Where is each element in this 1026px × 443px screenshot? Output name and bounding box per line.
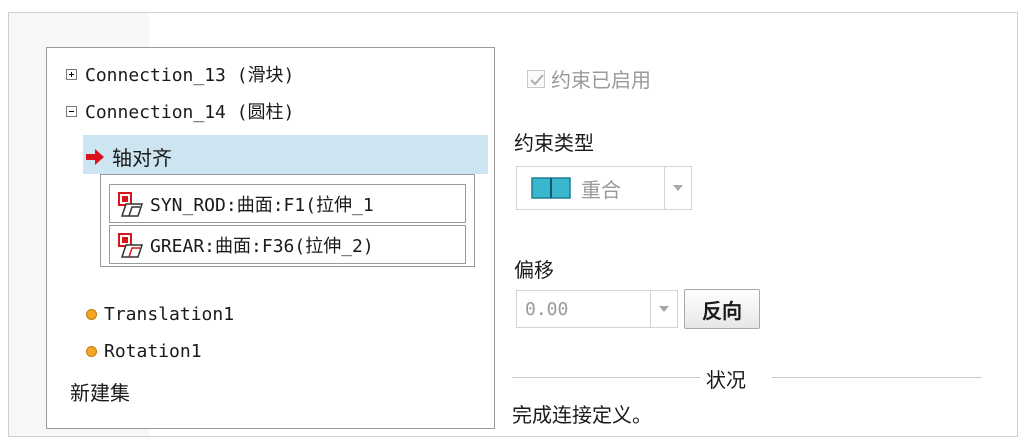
motion-item-rotation[interactable]: Rotation1 — [86, 341, 202, 362]
constraint-type-value: 重合 — [581, 177, 621, 202]
motion-label: Rotation1 — [104, 341, 202, 362]
orange-dot-icon — [86, 309, 97, 320]
motion-item-translation[interactable]: Translation1 — [86, 304, 234, 325]
collapse-icon[interactable] — [66, 105, 77, 117]
tree-item-connection-14[interactable]: Connection_14 (圆柱) — [66, 98, 294, 124]
orange-dot-icon — [86, 346, 97, 357]
flip-button[interactable]: 反向 — [684, 289, 760, 329]
new-set-label: 新建集 — [70, 381, 130, 405]
reference-label: SYN_ROD:曲面:F1(拉伸_1 — [150, 194, 374, 216]
check-icon — [530, 73, 544, 85]
reference-label: GREAR:曲面:F36(拉伸_2) — [150, 235, 374, 257]
offset-input[interactable]: 0.00 — [516, 290, 678, 328]
status-divider-right — [772, 377, 982, 378]
red-arrow-icon — [86, 148, 104, 165]
coincident-icon — [531, 177, 571, 199]
reference-item[interactable]: SYN_ROD:曲面:F1(拉伸_1 — [109, 184, 466, 223]
constraint-type-label: 约束类型 — [514, 131, 594, 155]
chevron-down-icon — [659, 306, 669, 312]
tree-item-label: Connection_14 (圆柱) — [85, 102, 295, 123]
tree-item-connection-13[interactable]: Connection_13 (滑块) — [66, 61, 294, 87]
constraint-enabled-checkbox[interactable] — [527, 69, 545, 88]
status-divider-left — [512, 377, 700, 378]
status-title: 状况 — [706, 368, 746, 392]
new-set-item[interactable]: 新建集 — [70, 377, 130, 406]
constraint-label: 轴对齐 — [112, 146, 172, 170]
chevron-down-icon — [673, 185, 683, 191]
status-message: 完成连接定义。 — [512, 403, 652, 427]
constraint-axis-align[interactable]: 轴对齐 — [86, 142, 172, 171]
constraint-enabled-label: 约束已启用 — [551, 68, 651, 92]
constraint-type-dropdown[interactable]: 重合 — [516, 166, 692, 210]
offset-label: 偏移 — [514, 258, 554, 282]
part-surface-icon — [118, 191, 144, 217]
constraint-enabled-checkbox-row[interactable]: 约束已启用 — [527, 64, 651, 93]
offset-value: 0.00 — [525, 298, 569, 320]
reference-item[interactable]: GREAR:曲面:F36(拉伸_2) — [109, 225, 466, 264]
part-surface-icon — [118, 232, 144, 258]
dropdown-arrow[interactable] — [664, 167, 691, 209]
dropdown-arrow[interactable] — [650, 291, 677, 327]
motion-label: Translation1 — [104, 304, 235, 325]
reference-list: SYN_ROD:曲面:F1(拉伸_1 GREAR:曲面:F36(拉伸_2) — [100, 174, 475, 267]
tree-item-label: Connection_13 (滑块) — [85, 65, 295, 86]
expand-icon[interactable] — [66, 68, 77, 80]
